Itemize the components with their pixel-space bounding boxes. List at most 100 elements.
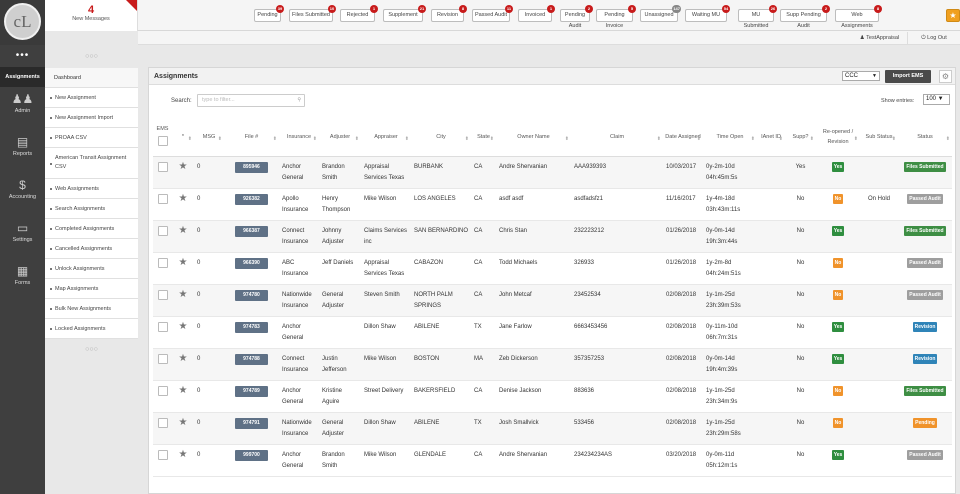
column-header[interactable]: Status ⬍ xyxy=(898,118,952,157)
filter-revision[interactable]: Revision 8 xyxy=(431,5,467,22)
status-badge[interactable]: Passed Audit xyxy=(907,193,943,204)
row-checkbox[interactable] xyxy=(157,193,168,204)
row-checkbox[interactable] xyxy=(157,161,168,172)
file-number-button[interactable]: 974791 xyxy=(235,417,268,429)
nav-dots[interactable]: ••• xyxy=(0,45,45,67)
column-header[interactable]: IAnet ID ⬍ xyxy=(757,118,785,157)
star-icon[interactable]: ★ xyxy=(179,257,188,268)
subnav-completed-assignments[interactable]: Completed Assignments xyxy=(45,219,138,239)
app-logo[interactable]: cL xyxy=(0,0,45,45)
status-badge[interactable]: Passed Audit xyxy=(907,289,943,300)
row-checkbox[interactable] xyxy=(157,449,168,460)
star-icon[interactable]: ★ xyxy=(179,449,188,460)
filter-supplement[interactable]: Supplement 21 xyxy=(383,5,426,22)
star-icon[interactable]: ★ xyxy=(179,417,188,428)
subnav-dashboard[interactable]: Dashboard xyxy=(45,68,138,88)
filter-waiting-mu[interactable]: Waiting MU 54 xyxy=(685,5,730,22)
column-header[interactable]: Supp? ⬍ xyxy=(785,118,816,157)
filter-pending-invoice[interactable]: Pending Invoice 5 xyxy=(596,5,636,29)
column-header[interactable]: Sub Status ⬍ xyxy=(860,118,898,157)
column-header[interactable]: Adjuster ⬍ xyxy=(319,118,361,157)
row-checkbox[interactable] xyxy=(157,385,168,396)
column-header[interactable]: Re-opened / Revision ⬍ xyxy=(816,118,860,157)
status-badge[interactable]: Files Submitted xyxy=(904,225,946,236)
table-row[interactable]: ★ 0 966390 ABC Insurance Jeff Daniels Apprais… xyxy=(153,252,952,285)
status-badge[interactable]: Passed Audit xyxy=(907,449,943,460)
new-messages-widget[interactable]: 4 New Messages xyxy=(45,0,138,31)
filter-unassigned[interactable]: Unassigned 147 xyxy=(640,5,681,22)
status-badge[interactable]: Files Submitted xyxy=(904,385,946,396)
row-checkbox[interactable] xyxy=(157,353,168,364)
row-checkbox[interactable] xyxy=(157,321,168,332)
column-header[interactable]: * ⬍ xyxy=(172,118,194,157)
filter-invoiced[interactable]: Invoiced 1 xyxy=(518,5,555,22)
star-icon[interactable]: ★ xyxy=(179,385,188,396)
filter-web-assignments[interactable]: Web Assignments 8 xyxy=(835,5,882,29)
file-number-button[interactable]: 966390 xyxy=(235,257,268,269)
show-entries-select[interactable]: 100 ▼ xyxy=(923,94,950,105)
row-checkbox[interactable] xyxy=(157,225,168,236)
filter-rejected[interactable]: Rejected 1 xyxy=(340,5,378,22)
search-input[interactable]: type to filter... ⚲ xyxy=(197,94,305,107)
column-header[interactable]: City ⬍ xyxy=(411,118,471,157)
nav-admin[interactable]: ♟♟ Admin xyxy=(0,91,45,130)
file-number-button[interactable]: 926382 xyxy=(235,193,268,205)
subnav-new-assignment-import[interactable]: New Assignment Import xyxy=(45,108,138,128)
table-row[interactable]: ★ 0 999700 Anchor General Brandon Smith Mike … xyxy=(153,444,952,477)
import-ems-button[interactable]: Import EMS xyxy=(885,70,931,83)
nav-settings[interactable]: ▭ Settings xyxy=(0,220,45,259)
column-header[interactable]: Owner Name ⬍ xyxy=(496,118,571,157)
file-number-button[interactable]: 999700 xyxy=(235,449,268,461)
subnav-bulk-new-assignments[interactable]: Bulk New Assignments xyxy=(45,299,138,319)
row-checkbox[interactable] xyxy=(157,289,168,300)
subnav-american-transit-csv[interactable]: American Transit Assignment CSV xyxy=(45,148,138,179)
column-header[interactable]: Insurance ⬍ xyxy=(279,118,319,157)
filter-pending[interactable]: Pending 39 xyxy=(254,5,284,22)
star-icon[interactable]: ★ xyxy=(179,321,188,332)
file-number-button[interactable]: 974783 xyxy=(235,321,268,333)
subnav-web-assignments[interactable]: Web Assignments xyxy=(45,179,138,199)
filter-passed-audit[interactable]: Passed Audit 11 xyxy=(472,5,513,22)
logout-button[interactable]: ⏻ Log Out xyxy=(908,32,960,44)
subnav-locked-assignments[interactable]: Locked Assignments xyxy=(45,319,138,339)
table-row[interactable]: ★ 0 974791 Nationwide Insurance General Adju… xyxy=(153,412,952,445)
table-row[interactable]: ★ 0 974783 Anchor General Dillon Shaw ABILENE… xyxy=(153,316,952,349)
subnav-cancelled-assignments[interactable]: Cancelled Assignments xyxy=(45,239,138,259)
file-number-button[interactable]: 974789 xyxy=(235,385,268,397)
ems-source-select[interactable]: CCC ▼ xyxy=(842,71,880,81)
star-icon[interactable]: ★ xyxy=(179,193,188,204)
subnav-search-assignments[interactable]: Search Assignments xyxy=(45,199,138,219)
table-row[interactable]: ★ 0 974780 Nationwide Insurance General Adju… xyxy=(153,284,952,317)
gear-icon[interactable]: ⚙ xyxy=(939,70,952,83)
filter-pending-audit[interactable]: Pending Audit 2 xyxy=(560,5,593,29)
star-icon[interactable]: ★ xyxy=(179,225,188,236)
column-header[interactable]: Date Assigned ⬍ xyxy=(663,118,703,157)
filter-supp-pending-audit[interactable]: Supp Pending Audit 2 xyxy=(780,5,830,29)
subnav-map-assignments[interactable]: Map Assignments xyxy=(45,279,138,299)
nav-reports[interactable]: ▤ Reports xyxy=(0,134,45,173)
nav-accounting[interactable]: $ Accounting xyxy=(0,177,45,216)
file-number-button[interactable]: 974788 xyxy=(235,353,268,365)
star-icon[interactable]: ★ xyxy=(179,353,188,364)
subnav-new-assignment[interactable]: New Assignment xyxy=(45,88,138,108)
nav-assignments[interactable]: Assignments xyxy=(0,67,45,87)
star-icon[interactable]: ★ xyxy=(179,161,188,172)
table-row[interactable]: ★ 0 926382 Apollo Insurance Henry Thompson Mi… xyxy=(153,188,952,221)
select-all-checkbox[interactable] xyxy=(157,135,168,146)
column-header[interactable]: State ⬍ xyxy=(471,118,496,157)
table-row[interactable]: ★ 0 974788 Connect Insurance Justin Jefferso… xyxy=(153,348,952,381)
status-badge[interactable]: Revision xyxy=(912,353,938,364)
star-icon[interactable]: ★ xyxy=(179,289,188,300)
favorites-star-button[interactable]: ★ xyxy=(946,9,960,22)
subnav-unlock-assignments[interactable]: Unlock Assignments xyxy=(45,259,138,279)
filter-mu-submitted[interactable]: MU Submitted 26 xyxy=(738,5,777,29)
column-header[interactable]: Claim ⬍ xyxy=(571,118,663,157)
subnav-proaa-csv[interactable]: PROAA CSV xyxy=(45,128,138,148)
status-badge[interactable]: Passed Audit xyxy=(907,257,943,268)
column-header[interactable]: File # ⬍ xyxy=(224,118,279,157)
status-badge[interactable]: Files Submitted xyxy=(904,161,946,172)
table-row[interactable]: ★ 0 966387 Connect Insurance Johnny Adjuster… xyxy=(153,220,952,253)
table-row[interactable]: ★ 0 974789 Anchor General Kristine Aguire Str… xyxy=(153,380,952,413)
file-number-button[interactable]: 966387 xyxy=(235,225,268,237)
column-header[interactable]: MSG ⬍ xyxy=(194,118,224,157)
